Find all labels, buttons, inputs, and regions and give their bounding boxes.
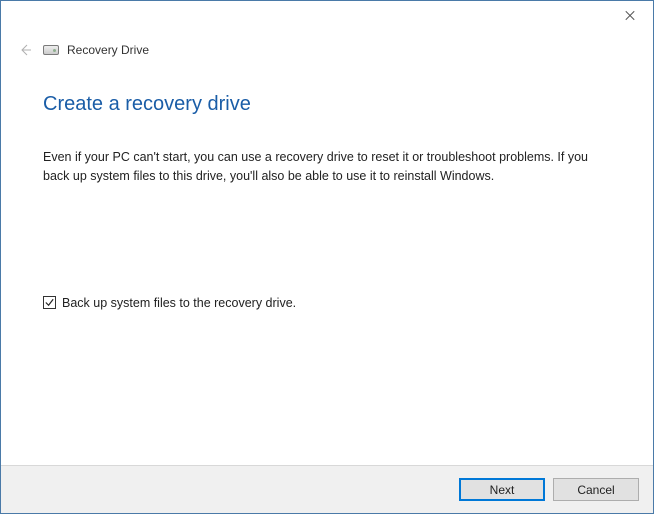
button-bar: Next Cancel bbox=[1, 465, 653, 513]
next-button[interactable]: Next bbox=[459, 478, 545, 501]
content-area: Create a recovery drive Even if your PC … bbox=[1, 61, 653, 465]
titlebar bbox=[1, 1, 653, 31]
close-icon[interactable] bbox=[625, 11, 635, 21]
wizard-window: Recovery Drive Create a recovery drive E… bbox=[0, 0, 654, 514]
checkmark-icon bbox=[44, 297, 55, 308]
breadcrumb: Recovery Drive bbox=[67, 43, 149, 57]
checkbox-box bbox=[43, 296, 56, 309]
back-button[interactable] bbox=[15, 40, 35, 60]
checkbox-label: Back up system files to the recovery dri… bbox=[62, 296, 296, 310]
backup-checkbox[interactable]: Back up system files to the recovery dri… bbox=[43, 296, 296, 310]
recovery-drive-icon bbox=[43, 45, 59, 55]
page-title: Create a recovery drive bbox=[43, 93, 611, 116]
header-row: Recovery Drive bbox=[1, 31, 653, 61]
body-text: Even if your PC can't start, you can use… bbox=[43, 148, 603, 186]
cancel-button[interactable]: Cancel bbox=[553, 478, 639, 501]
back-arrow-icon bbox=[17, 42, 33, 58]
